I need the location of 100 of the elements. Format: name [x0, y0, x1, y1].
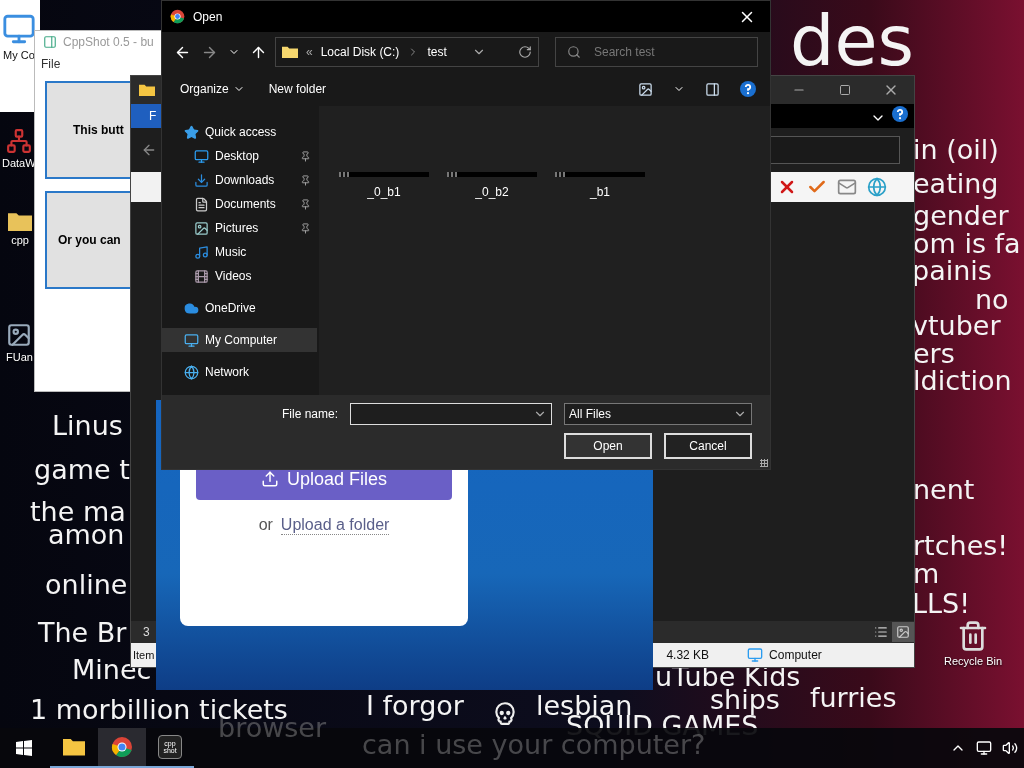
ribbon-tab[interactable]: F [131, 104, 161, 128]
nav-item[interactable]: My Computer [162, 328, 317, 352]
file-thumbnail[interactable] [555, 172, 645, 177]
desktop-icon [194, 148, 209, 164]
nav-item[interactable]: Documents [162, 192, 317, 216]
wallpaper-text: game t [34, 456, 130, 483]
address-field[interactable] [770, 136, 900, 164]
wallpaper-text: I forgor [366, 692, 464, 719]
pin-icon [300, 150, 311, 162]
file-name[interactable]: _0_b2 [475, 185, 509, 199]
picture-icon [194, 220, 209, 236]
pin-icon [300, 174, 311, 186]
picture-icon [6, 322, 33, 348]
location-text: Computer [769, 648, 822, 662]
chrome-icon [170, 9, 185, 24]
computer-icon [2, 12, 36, 46]
preview-pane-icon[interactable] [705, 81, 720, 97]
wallpaper-text: ers [913, 340, 955, 367]
icon-label: Recycle Bin [944, 655, 1003, 667]
wallpaper-text: nent [913, 476, 975, 503]
nav-item[interactable]: Music [162, 240, 317, 264]
overflow-chevron[interactable]: « [306, 45, 313, 59]
wallpaper-text: eating [913, 170, 999, 197]
nav-item[interactable]: Quick access [162, 120, 317, 144]
upload-folder-link[interactable]: Upload a folder [280, 516, 390, 535]
folder-icon [63, 738, 85, 756]
wallpaper-text: The Br [38, 619, 127, 646]
wallpaper-text: ships [710, 686, 780, 713]
folder-icon [8, 212, 32, 232]
music-note-icon [194, 244, 209, 260]
or-text: or [258, 516, 273, 534]
icon-label: DataW [2, 157, 36, 169]
computer-icon [184, 332, 199, 348]
wallpaper-text: Linus [52, 412, 123, 439]
file-type-select[interactable]: All Files [564, 403, 752, 425]
nav-item[interactable]: Downloads [162, 168, 317, 192]
maximize-icon[interactable] [839, 84, 851, 96]
folder-icon [282, 45, 298, 59]
wallpaper-text: LLS! [912, 590, 971, 617]
chrome-icon [111, 736, 133, 758]
open-button[interactable]: Open [564, 433, 652, 459]
star-icon [184, 124, 199, 140]
wallpaper-text: om is fa [913, 230, 1021, 257]
download-icon [194, 172, 209, 188]
cancel-button[interactable]: Cancel [664, 433, 752, 459]
nav-item[interactable]: Network [162, 360, 317, 384]
cloud-icon [184, 300, 199, 316]
wallpaper-text: online [45, 571, 128, 598]
film-icon [194, 268, 209, 284]
app-icon [43, 35, 57, 49]
wallpaper-text: gender [913, 202, 1009, 229]
icon-label: FUan [6, 351, 33, 363]
help-icon[interactable] [740, 81, 756, 97]
file-name-field[interactable] [350, 403, 552, 425]
item-count: 3 [143, 625, 150, 639]
toolbar-button[interactable]: Organize [178, 80, 247, 98]
nav-item[interactable]: Videos [162, 264, 317, 288]
wallpaper-text: des [790, 6, 914, 76]
nav-item[interactable]: OneDrive [162, 296, 317, 320]
search-field[interactable]: Search test [555, 37, 758, 67]
windows-logo-icon[interactable] [16, 740, 32, 756]
pin-icon [300, 198, 311, 210]
icon-label: cpp [11, 234, 29, 247]
address-bar[interactable]: « Local Disk (C:) test [275, 37, 539, 67]
wallpaper-text: vtuber [912, 312, 1001, 339]
taskbar-app[interactable] [98, 728, 146, 768]
menu-item[interactable]: File [41, 57, 61, 71]
file-name[interactable]: _0_b1 [367, 185, 401, 199]
help-icon[interactable] [892, 106, 908, 122]
nav-item[interactable]: Pictures [162, 216, 317, 240]
upload-icon[interactable] [260, 470, 279, 488]
search-icon [567, 45, 581, 59]
refresh-icon[interactable] [518, 45, 532, 59]
envelope-icon[interactable] [837, 177, 857, 197]
document-icon [194, 196, 209, 212]
dialog-title: Open [193, 9, 223, 24]
skull-icon [492, 700, 518, 726]
volume-icon[interactable] [1002, 740, 1018, 756]
view-icon[interactable] [638, 81, 653, 97]
breadcrumb[interactable]: Local Disk (C:) [320, 45, 400, 59]
file-thumbnail[interactable] [447, 172, 537, 177]
file-thumbnail[interactable] [339, 172, 429, 177]
wallpaper-text: no [975, 286, 1009, 313]
file-size: 4.32 KB [666, 648, 710, 662]
wallpaper-text: rtches! [913, 532, 1009, 559]
pin-icon [300, 222, 311, 234]
resize-grip[interactable] [760, 459, 768, 467]
wallpaper-text: m [913, 560, 940, 587]
wallpaper-text: furries [810, 684, 897, 711]
window-title: CppShot 0.5 - bu [63, 35, 154, 49]
wallpaper-text: in (oil) [913, 136, 999, 163]
wallpaper-text: painis [912, 257, 992, 284]
folder-icon [139, 83, 155, 97]
nav-item[interactable]: Desktop [162, 144, 317, 168]
toolbar-button[interactable]: New folder [266, 80, 329, 98]
file-name[interactable]: _b1 [590, 185, 610, 199]
wallpaper-text: ldiction [913, 367, 1012, 394]
toolbar-background [131, 172, 161, 202]
icon-label: My Co [3, 49, 35, 61]
breadcrumb[interactable]: test [427, 45, 447, 59]
